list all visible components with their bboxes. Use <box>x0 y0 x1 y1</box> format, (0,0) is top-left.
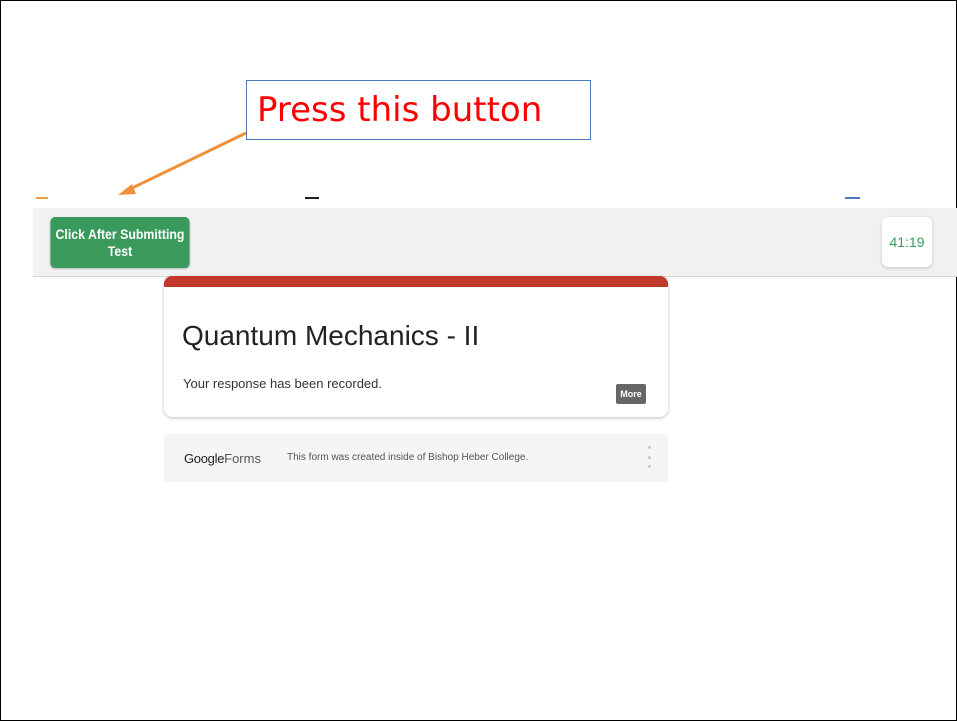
toolbar-edge-mark-center <box>305 197 319 199</box>
submit-button-label-line1: Click After Submitting <box>55 225 185 242</box>
google-forms-logo[interactable]: GoogleForms <box>184 451 261 466</box>
submit-button-label-line2: Test <box>107 242 133 259</box>
countdown-timer: 41:19 <box>882 217 932 267</box>
toolbar-edge-mark-right <box>845 197 860 199</box>
response-recorded-message: Your response has been recorded. <box>183 376 382 391</box>
toolbar-edge-mark-left <box>36 197 48 199</box>
instruction-callout: Press this button <box>246 80 591 140</box>
form-origin-note: This form was created inside of Bishop H… <box>287 452 529 463</box>
click-after-submitting-test-button[interactable]: Click After Submitting Test <box>50 217 190 268</box>
more-button[interactable]: More <box>616 384 646 404</box>
logo-google-text: Google <box>184 451 225 466</box>
form-header-accent <box>164 276 668 287</box>
logo-forms-text: Forms <box>224 451 261 466</box>
form-confirmation-card: Quantum Mechanics - II Your response has… <box>164 276 668 417</box>
form-footer: GoogleForms This form was created inside… <box>164 434 668 482</box>
form-title: Quantum Mechanics - II <box>182 320 480 351</box>
callout-text: Press this button <box>257 90 543 130</box>
kebab-menu-icon[interactable] <box>646 446 652 468</box>
